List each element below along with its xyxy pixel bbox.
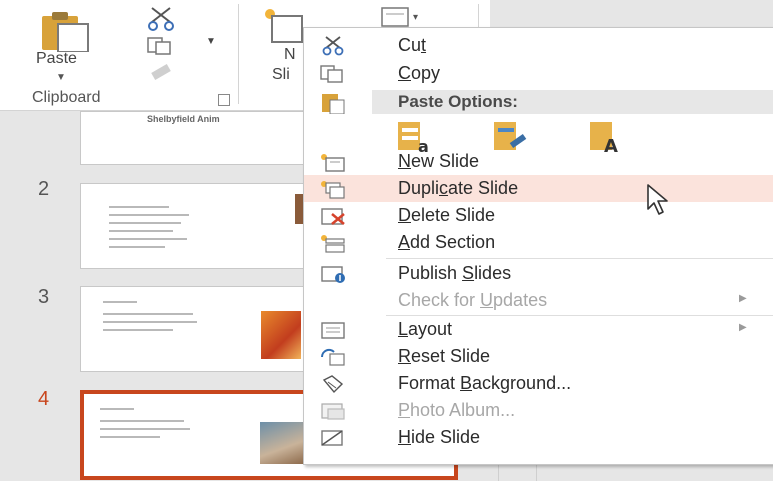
menu-separator bbox=[386, 258, 773, 259]
text-line bbox=[100, 408, 134, 410]
hide-slide-icon bbox=[321, 430, 343, 446]
text-line bbox=[100, 428, 190, 430]
text-line bbox=[109, 222, 181, 224]
slide-image bbox=[260, 422, 304, 464]
menu-item-publish-slides[interactable]: Publish Slides bbox=[304, 260, 773, 287]
clipboard-group-label: Clipboard bbox=[32, 89, 101, 106]
scissors-icon bbox=[148, 7, 174, 31]
menu-item-delete-slide[interactable]: Delete Slide bbox=[304, 202, 773, 229]
menu-item-label: Check for Updates bbox=[398, 290, 548, 310]
menu-item-copy[interactable]: Copy bbox=[304, 60, 773, 87]
text-line bbox=[100, 436, 160, 438]
new-slide-label-partial2: Sli bbox=[272, 66, 290, 83]
submenu-arrow-icon: ▶ bbox=[739, 322, 747, 333]
text-line bbox=[109, 206, 169, 208]
slide-number-2: 2 bbox=[38, 178, 50, 200]
text-line bbox=[109, 238, 187, 240]
menu-item-label: Cut bbox=[398, 35, 427, 55]
menu-item-label: New Slide bbox=[398, 151, 480, 171]
delete-slide-icon bbox=[321, 208, 345, 225]
scissors-icon bbox=[322, 36, 344, 56]
menu-item-duplicate-slide[interactable]: Duplicate Slide bbox=[304, 175, 773, 202]
new-slide-button[interactable] bbox=[258, 4, 304, 49]
menu-item-label: Hide Slide bbox=[398, 427, 481, 447]
layout-icon bbox=[321, 322, 345, 339]
text-line bbox=[103, 329, 173, 331]
svg-text:▾: ▾ bbox=[413, 12, 418, 23]
menu-item-reset-slide[interactable]: Reset Slide bbox=[304, 343, 773, 370]
menu-item-label: Photo Album... bbox=[398, 400, 516, 420]
text-line bbox=[109, 246, 165, 248]
paste-options-label: Paste Options: bbox=[398, 92, 518, 111]
copy-icon bbox=[147, 37, 171, 55]
layout-icon: ▾ bbox=[381, 7, 418, 27]
add-section-icon bbox=[321, 235, 345, 253]
slide-number-4: 4 bbox=[38, 388, 50, 410]
photo-album-icon bbox=[321, 403, 345, 420]
paste-options-header: Paste Options: bbox=[372, 90, 773, 114]
menu-item-label: Add Section bbox=[398, 232, 496, 252]
slide-image bbox=[261, 311, 301, 359]
menu-item-label: Format Background... bbox=[398, 373, 572, 393]
format-painter-button[interactable] bbox=[146, 62, 178, 87]
copy-icon bbox=[320, 65, 343, 83]
publish-slides-icon bbox=[321, 266, 345, 283]
format-background-icon bbox=[322, 375, 344, 394]
menu-item-label: Layout bbox=[398, 319, 453, 339]
format-painter-icon bbox=[151, 64, 171, 80]
submenu-arrow-icon: ▶ bbox=[739, 293, 747, 304]
menu-item-label: Duplicate Slide bbox=[398, 178, 519, 198]
menu-item-cut[interactable]: Cut bbox=[304, 32, 773, 59]
cut-tool-button[interactable] bbox=[146, 6, 178, 37]
menu-item-check-for-updates[interactable]: Check for Updates ▶ bbox=[304, 287, 773, 314]
paste-dropdown-icon[interactable]: ▼ bbox=[56, 72, 66, 83]
text-line bbox=[109, 230, 173, 232]
menu-item-label: Delete Slide bbox=[398, 205, 496, 225]
menu-item-layout[interactable]: Layout ▶ bbox=[304, 316, 773, 343]
copy-dropdown-icon[interactable]: ▼ bbox=[206, 36, 216, 47]
paste-label: Paste bbox=[36, 50, 77, 67]
menu-item-label: Publish Slides bbox=[398, 263, 512, 283]
paste-icon bbox=[322, 94, 345, 114]
copy-tool-button[interactable] bbox=[146, 36, 178, 61]
ribbon-divider bbox=[238, 4, 239, 104]
menu-item-label: Reset Slide bbox=[398, 346, 491, 366]
clipboard-icon bbox=[42, 12, 89, 52]
menu-item-new-slide[interactable]: New Slide bbox=[304, 148, 773, 175]
text-line bbox=[103, 321, 197, 323]
text-line bbox=[109, 214, 189, 216]
context-menu: Cut Copy Paste Options: a A New Slide Du… bbox=[303, 27, 773, 465]
duplicate-slide-icon bbox=[321, 181, 345, 199]
text-line bbox=[103, 313, 193, 315]
menu-item-hide-slide[interactable]: Hide Slide bbox=[304, 424, 773, 451]
clipboard-launcher-icon[interactable] bbox=[218, 94, 230, 106]
new-slide-icon bbox=[265, 9, 303, 43]
new-slide-icon bbox=[321, 154, 345, 172]
mouse-pointer-icon bbox=[647, 184, 668, 215]
text-line bbox=[103, 301, 137, 303]
text-line bbox=[100, 420, 184, 422]
menu-item-add-section[interactable]: Add Section bbox=[304, 229, 773, 256]
slide-1-title: Shelbyfield Anim bbox=[147, 114, 220, 124]
new-slide-label-partial: N bbox=[284, 46, 296, 63]
menu-item-photo-album[interactable]: Photo Album... bbox=[304, 397, 773, 424]
menu-item-label: Copy bbox=[398, 63, 441, 83]
reset-slide-icon bbox=[320, 348, 345, 366]
slide-number-3: 3 bbox=[38, 286, 50, 308]
menu-item-format-background[interactable]: Format Background... bbox=[304, 370, 773, 397]
